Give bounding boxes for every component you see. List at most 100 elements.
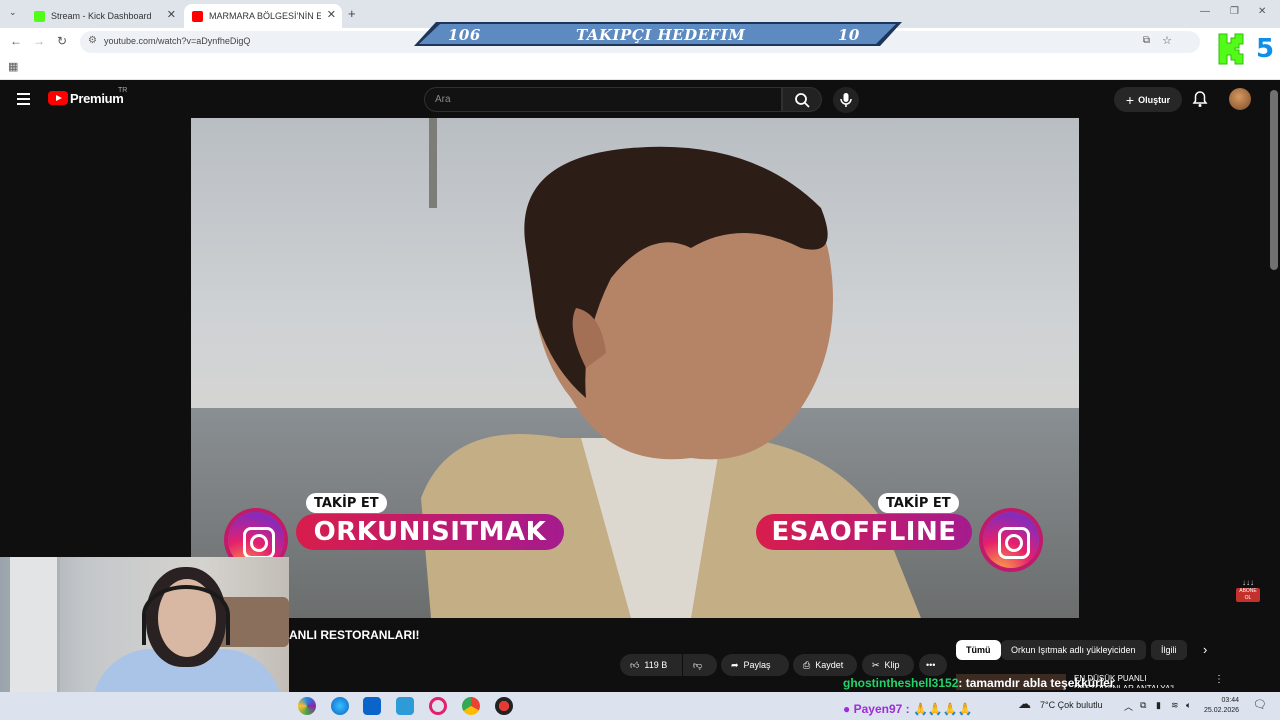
tray-expand-icon[interactable]: ︿ [1124,700,1133,713]
save-button[interactable]: ⎙ Kaydet [793,654,857,676]
weather-cloud-icon: ☁ [1018,696,1031,711]
chips-next-icon[interactable]: › [1203,642,1207,657]
right-gutter [1079,118,1280,618]
left-gutter [0,118,191,618]
headphones-icon [142,585,230,645]
volume-icon[interactable]: 🔈︎ [1186,700,1191,711]
menu-icon[interactable] [17,93,30,105]
youtube-favicon-icon [192,10,203,22]
tab-close-icon[interactable]: ✕ [167,8,176,21]
recommended-more-icon[interactable]: ⋮ [1214,674,1224,685]
bookmark-star-icon[interactable]: ☆ [1162,34,1172,47]
microphone-icon [840,93,852,107]
windows-taskbar: ☁ 7°C Çok bulutlu ︿ ⧉ ▮ ≋ 🔈︎ 03:44 25.02… [0,692,1280,720]
create-label: Oluştur [1138,94,1171,105]
youtube-brand[interactable]: Premium [70,91,124,106]
close-window-icon[interactable]: ✕ [1258,6,1266,17]
outlook-icon[interactable] [363,697,381,715]
tab-close-icon[interactable]: ✕ [327,8,336,21]
reload-icon[interactable]: ↻ [57,34,67,48]
goal-title: TAKIPÇI HEDEFIM [576,26,746,44]
search-placeholder: Ara [435,94,451,105]
voice-search-button[interactable] [833,87,859,113]
bookmark-icon: ⎙ [803,659,811,670]
chat-username: ghostintheshell3152 [843,676,959,690]
weather-text[interactable]: 7°C Çok bulutlu [1040,700,1103,710]
avatar[interactable] [1229,88,1251,110]
save-label: Kaydet [815,660,844,670]
store-icon[interactable] [396,697,414,715]
search-icon [795,93,810,108]
battery-icon[interactable]: ▮ [1156,700,1161,711]
notifications-bell-icon[interactable] [1192,90,1208,108]
donation-drop-icon: ● [843,702,851,716]
clock[interactable]: 03:44 25.02.2026 [1204,696,1239,716]
thumbs-up-icon: 👍︎ [630,659,640,670]
tab-youtube-video[interactable]: MARMARA BÖLGESİ'NİN EN D ✕ [184,4,342,28]
youtube-logo-icon[interactable] [48,91,68,105]
tab-kick-dashboard[interactable]: Stream - Kick Dashboard ✕ [26,4,182,28]
kick-counter: 5 [1256,34,1275,64]
more-icon: ••• [926,660,936,670]
kick-favicon-icon [34,10,45,22]
install-app-icon[interactable]: ⧉ [1143,35,1150,46]
new-tab-icon[interactable]: + [348,6,356,21]
goal-current: 106 [448,26,481,44]
restore-icon[interactable]: ❐ [1230,6,1239,17]
like-button[interactable]: 👍︎ 119 B [620,654,682,676]
obs-icon[interactable] [495,697,513,715]
chrome-icon[interactable] [462,697,480,715]
scissors-icon: ✂ [872,659,880,670]
youtube-header: Premium TR Ara + Oluştur [0,81,1280,118]
like-count: 119 B [644,660,668,670]
dislike-button[interactable]: 👎︎ [683,654,717,676]
chip-related[interactable]: İlgili [1151,640,1187,660]
chat-message: ghostintheshell3152: tamamdır abla teşek… [843,676,1114,690]
search-button[interactable] [782,87,822,112]
chip-uploader[interactable]: Orkun Işıtmak adlı yükleyiciden [1001,640,1146,660]
more-actions-button[interactable]: ••• [919,654,947,676]
video-title: ANLI RESTORANLARI! [289,628,420,642]
page-scrollbar[interactable] [1270,90,1278,270]
back-icon[interactable]: ← [10,34,22,48]
tray-app-icon[interactable]: ⧉ [1140,700,1146,711]
tab-title: MARMARA BÖLGESİ'NİN EN D [209,11,321,21]
share-label: Paylaş [743,660,771,670]
tab-title: Stream - Kick Dashboard [51,11,152,21]
donation-alert: ● Payen97 : 🙏🙏🙏🙏 [843,702,973,716]
search-input[interactable]: Ara [424,87,782,112]
copilot-icon[interactable] [298,697,316,715]
create-button[interactable]: + Oluştur [1114,87,1182,112]
clock-time: 03:44 [1221,697,1240,704]
follow-tag: TAKİP ET [878,493,959,513]
follow-name: ESAOFFLINE [756,514,972,550]
wifi-icon[interactable]: ≋ [1171,700,1179,711]
donation-emojis: 🙏🙏🙏🙏 [912,702,973,716]
goal-target: 10 [838,26,860,44]
follow-orkunisitmak: ORKUNISITMAK TAKİP ET [296,493,564,550]
minimize-icon[interactable]: — [1200,6,1210,17]
follower-goal-bar: 106 TAKIPÇI HEDEFIM 10 [414,22,902,46]
instagram-icon [983,512,1039,568]
forward-icon[interactable]: → [33,34,45,48]
kick-logo-icon [1213,30,1251,68]
opera-icon[interactable] [429,697,447,715]
plus-icon: + [1125,91,1135,108]
bookmarks-bar: ▦ [0,56,1280,80]
site-info-icon[interactable]: ⚙ [88,35,97,46]
share-button[interactable]: ➦ Paylaş [721,654,789,676]
share-icon: ➦ [731,659,739,670]
chat-text: : tamamdır abla teşekkürler [958,676,1115,690]
clock-date: 25.02.2026 [1204,707,1240,714]
chip-all[interactable]: Tümü [956,640,1001,660]
follow-esaoffline: ESAOFFLINE TAKİP ET [756,493,972,550]
clip-label: Klip [884,660,900,670]
notifications-icon[interactable]: 🗨︎ [1253,698,1267,711]
follow-tag: TAKİP ET [306,493,387,513]
edge-icon[interactable] [331,697,349,715]
apps-grid-icon[interactable]: ▦ [8,60,18,73]
donor-name: Payen97 : [853,702,910,716]
follow-name: ORKUNISITMAK [296,514,564,550]
tab-search-chevron-icon[interactable]: ⌄ [9,7,17,18]
clip-button[interactable]: ✂ Klip [862,654,914,676]
